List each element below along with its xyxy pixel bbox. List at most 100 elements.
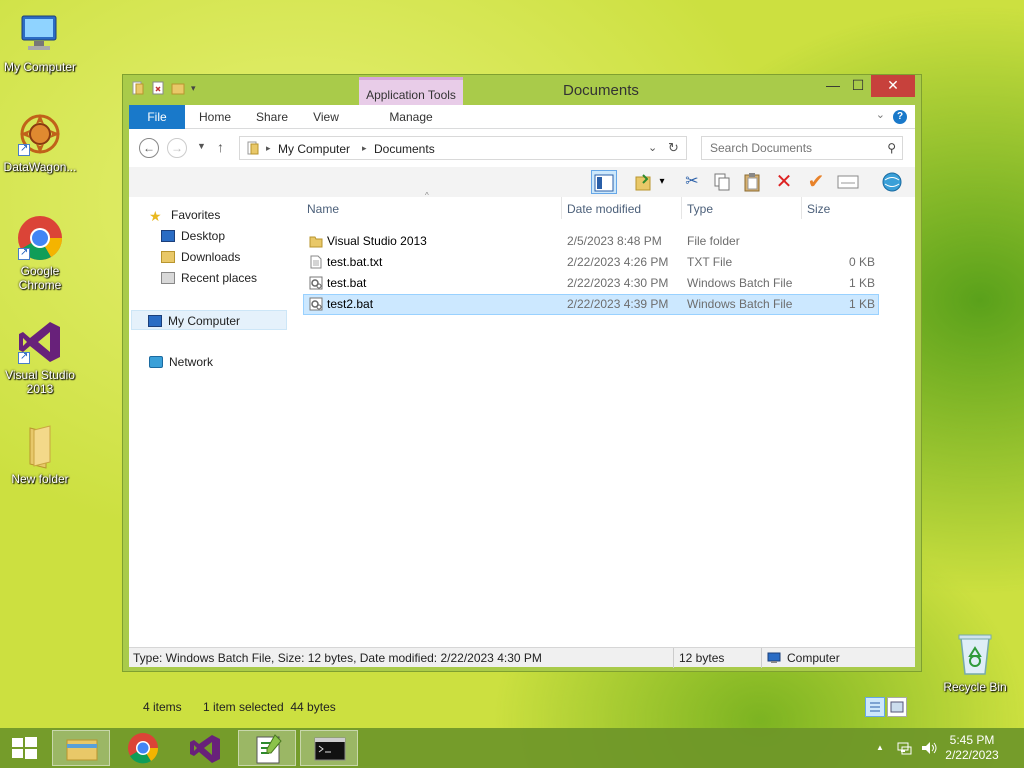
desktop-icon-google-chrome[interactable]: Google Chrome [0, 214, 80, 292]
new-folder-icon[interactable] [171, 81, 185, 95]
network-tray-icon[interactable] [896, 740, 912, 759]
recycle-bin-icon [951, 630, 999, 678]
breadcrumb-separator[interactable]: ▸ [266, 143, 271, 154]
application-tools-tab-group: Application Tools [359, 77, 463, 105]
title-bar[interactable]: ▾ Application Tools Documents — ☐ ✕ [123, 75, 921, 105]
file-explorer-icon [66, 739, 98, 761]
file-date: 2/22/2023 4:30 PM [567, 276, 669, 290]
tab-manage[interactable]: Manage [359, 105, 463, 129]
desktop-icon-visual-studio[interactable]: Visual Studio 2013 [0, 318, 80, 396]
delete-icon[interactable]: ✕ [771, 170, 797, 194]
column-header-size[interactable]: Size [807, 202, 830, 216]
taskbar-chrome[interactable] [114, 730, 172, 766]
file-row-selected[interactable]: test2.bat 2/22/2023 4:39 PM Windows Batc… [303, 294, 879, 315]
selection-info: 1 item selected 44 bytes [203, 700, 336, 714]
search-icon[interactable]: ⚲ [887, 141, 896, 155]
column-header-date[interactable]: Date modified [567, 202, 641, 216]
clock[interactable]: 5:45 PM 2/22/2023 [940, 733, 1004, 763]
taskbar-visual-studio[interactable] [176, 730, 234, 766]
column-header-type[interactable]: Type [687, 202, 713, 216]
address-field[interactable]: ▸ My Computer ▸ Documents ⌄ ↻ [239, 136, 687, 160]
file-list: ^ Name Date modified Type Size Visual St… [303, 191, 909, 617]
taskbar-file-explorer[interactable] [52, 730, 110, 766]
search-box[interactable]: ⚲ [701, 136, 903, 160]
paste-icon[interactable] [739, 170, 765, 194]
column-divider[interactable] [801, 197, 802, 219]
desktop-icon-my-computer[interactable]: My Computer [0, 10, 80, 74]
copy-icon[interactable] [709, 170, 735, 194]
search-input[interactable] [702, 137, 872, 159]
details-location: Computer [787, 651, 840, 665]
clock-time: 5:45 PM [949, 733, 995, 747]
large-icons-view-button[interactable] [887, 697, 907, 717]
tab-view[interactable]: View [303, 105, 349, 129]
datawagon-icon [16, 110, 64, 158]
desktop-icon-label: Google Chrome [18, 264, 62, 292]
sort-indicator-icon: ^ [425, 191, 429, 200]
refresh-icon[interactable]: ↻ [668, 140, 679, 156]
minimize-button[interactable]: — [820, 75, 846, 97]
cut-icon[interactable]: ✂ [679, 170, 705, 194]
tab-home[interactable]: Home [191, 105, 239, 129]
expand-ribbon-icon[interactable]: ⌄ [876, 108, 885, 121]
address-dropdown-icon[interactable]: ⌄ [648, 141, 657, 154]
volume-icon[interactable] [920, 740, 938, 759]
batch-file-icon [309, 276, 323, 290]
file-size: 1 KB [848, 276, 875, 290]
start-button[interactable] [0, 730, 48, 766]
nav-recent-places[interactable]: Recent places [161, 268, 257, 288]
file-row[interactable]: test.bat.txt 2/22/2023 4:26 PM TXT File … [303, 252, 879, 273]
file-name: test2.bat [327, 297, 374, 311]
notepad-plus-plus-icon [256, 734, 282, 764]
network-globe-icon[interactable] [879, 170, 905, 194]
shortcut-arrow-icon [18, 350, 30, 364]
file-name: test.bat.txt [327, 255, 383, 269]
desktop-icon-datawagon[interactable]: DataWagon... [0, 110, 80, 174]
shortcut-arrow-icon [18, 142, 30, 156]
desktop-icon-new-folder[interactable]: New folder [0, 422, 80, 486]
taskbar-command-prompt[interactable] [300, 730, 358, 766]
nav-my-computer[interactable]: My Computer [131, 310, 287, 330]
nav-downloads[interactable]: Downloads [161, 247, 240, 267]
window-title: Documents [563, 82, 639, 99]
maximize-button[interactable]: ☐ [845, 75, 871, 97]
preview-pane-icon[interactable] [591, 170, 617, 194]
folder-options-dropdown-icon[interactable]: ▾ [655, 170, 669, 194]
breadcrumb-separator[interactable]: ▸ [362, 143, 367, 154]
taskbar-notepad-plus-plus[interactable] [238, 730, 296, 766]
column-header-name[interactable]: Name [307, 202, 339, 216]
column-divider[interactable] [561, 197, 562, 219]
breadcrumb-my-computer[interactable]: My Computer [278, 142, 350, 156]
nav-favorites[interactable]: ★ Favorites [149, 205, 220, 225]
desktop-icon-recycle-bin[interactable]: Recycle Bin [935, 630, 1015, 694]
up-button[interactable]: ↑ [217, 139, 224, 155]
recent-locations-chevron-icon[interactable]: ▼ [197, 141, 206, 151]
nav-desktop[interactable]: Desktop [161, 226, 225, 246]
file-row[interactable]: test.bat 2/22/2023 4:30 PM Windows Batch… [303, 273, 879, 294]
details-view-button[interactable] [865, 697, 885, 717]
forward-button[interactable]: → [167, 138, 187, 158]
app-folder-icon[interactable] [131, 81, 145, 95]
properties-icon[interactable] [151, 81, 165, 95]
tab-file[interactable]: File [129, 105, 185, 129]
desktop-icon-label: Recycle Bin [943, 680, 1007, 694]
column-divider[interactable] [681, 197, 682, 219]
show-hidden-icons-button[interactable]: ▲ [876, 743, 884, 752]
visual-studio-icon [190, 735, 220, 763]
breadcrumb-documents[interactable]: Documents [374, 142, 435, 156]
back-button[interactable]: ← [139, 138, 159, 158]
nav-downloads-label: Downloads [181, 250, 241, 264]
file-row[interactable]: Visual Studio 2013 2/5/2023 8:48 PM File… [303, 231, 879, 252]
help-icon[interactable]: ? [893, 110, 907, 124]
command-prompt-icon [314, 737, 346, 761]
properties-toolbar-icon[interactable] [835, 170, 861, 194]
close-button[interactable]: ✕ [871, 75, 915, 97]
nav-network[interactable]: Network [149, 352, 213, 372]
rename-check-icon[interactable]: ✔ [803, 170, 829, 194]
file-type: File folder [687, 234, 740, 248]
tab-share[interactable]: Share [247, 105, 297, 129]
open-folder-icon[interactable] [631, 170, 657, 194]
navigation-pane: ★ Favorites Desktop Downloads Recent plac… [129, 197, 297, 617]
file-date: 2/5/2023 8:48 PM [567, 234, 662, 248]
customize-qat-icon[interactable]: ▾ [191, 81, 205, 95]
